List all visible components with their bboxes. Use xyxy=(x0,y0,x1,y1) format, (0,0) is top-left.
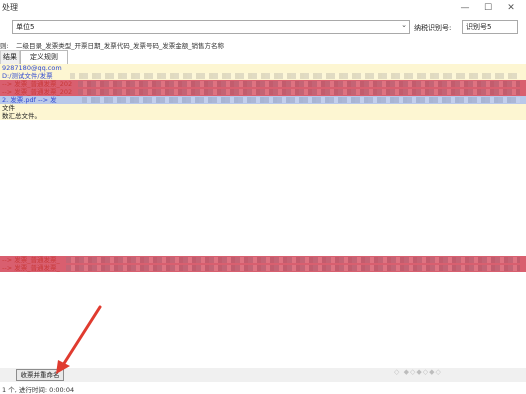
log-line-text: 文件 xyxy=(2,104,15,112)
log-line: 数汇总文件。 xyxy=(0,112,526,120)
rename-rule-row: 则: 二级目录_发票类型_开票日期_发票代码_发票号码_发票金额_销售方名称 xyxy=(0,38,526,50)
log-panel: 9287180@qq.com D:/测试文件/发票 --> 发票_普通发票_20… xyxy=(0,64,526,368)
close-button[interactable]: ✕ xyxy=(500,0,522,16)
redacted-blur xyxy=(78,81,520,87)
log-line-text: --> 发票_普通发票_202 xyxy=(2,80,73,88)
log-line-text: 数汇总文件。 xyxy=(2,112,41,120)
log-line: 文件 xyxy=(0,104,526,112)
log-line: 9287180@qq.com xyxy=(0,64,526,72)
redacted-blur xyxy=(82,97,520,103)
redacted-blur xyxy=(70,73,520,79)
unit-select[interactable]: 单位5 ⌄ xyxy=(12,20,410,34)
minimize-button[interactable]: — xyxy=(454,0,476,16)
tab-define-rules[interactable]: 定义规则 xyxy=(20,50,68,64)
window-title: 处理 xyxy=(2,3,18,12)
log-line-text: --> 发票_普通发票_ xyxy=(2,256,60,264)
maximize-button[interactable]: ☐ xyxy=(477,0,499,16)
log-line-text: --> 发票_普通发票_202 xyxy=(2,88,73,96)
redacted-blur xyxy=(66,265,520,271)
log-line-text: 9287180@qq.com xyxy=(2,64,62,72)
log-line-text: 2. 发票.pdf --> 发 xyxy=(2,96,57,104)
status-text: 1 个, 进行时间: 0:00:04 xyxy=(2,386,75,394)
rename-rule-text: 二级目录_发票类型_开票日期_发票代码_发票号码_发票金额_销售方名称 xyxy=(16,42,224,50)
taxpayer-id-value: 识别号5 xyxy=(466,23,492,31)
collect-and-rename-button[interactable]: 收票并重命名 xyxy=(16,369,64,381)
log-line: --> 发票_普通发票_ xyxy=(0,256,526,264)
log-line: --> 发票_普通发票_202 xyxy=(0,80,526,88)
tab-results[interactable]: 结果 xyxy=(0,50,20,64)
tab-bar: 结果 定义规则 xyxy=(0,50,526,65)
title-bar: 处理 — ☐ ✕ xyxy=(0,0,526,16)
taxpayer-id-field[interactable]: 识别号5 xyxy=(462,20,518,34)
taxpayer-label: 纳税识别号: xyxy=(414,24,452,32)
status-bar: 1 个, 进行时间: 0:00:04 xyxy=(0,383,526,394)
action-bar: 收票并重命名 xyxy=(0,368,526,382)
redacted-blur xyxy=(78,89,520,95)
log-line-text: D:/测试文件/发票 xyxy=(2,72,53,80)
watermark: ◇ ◆◇◆◇◆◇ xyxy=(394,368,442,376)
unit-select-value: 单位5 xyxy=(16,23,35,31)
log-line: D:/测试文件/发票 xyxy=(0,72,526,80)
redacted-blur xyxy=(66,257,520,263)
log-line: --> 发票_普通发票_202 xyxy=(0,88,526,96)
unit-row: 单位5 ⌄ 纳税识别号: 识别号5 xyxy=(0,19,526,35)
log-line: --> 发票_普通发票_ xyxy=(0,264,526,272)
log-line: 2. 发票.pdf --> 发 xyxy=(0,96,526,104)
log-line-text: --> 发票_普通发票_ xyxy=(2,264,60,272)
rename-rule-label: 则: xyxy=(0,42,9,50)
chevron-down-icon[interactable]: ⌄ xyxy=(401,21,407,29)
